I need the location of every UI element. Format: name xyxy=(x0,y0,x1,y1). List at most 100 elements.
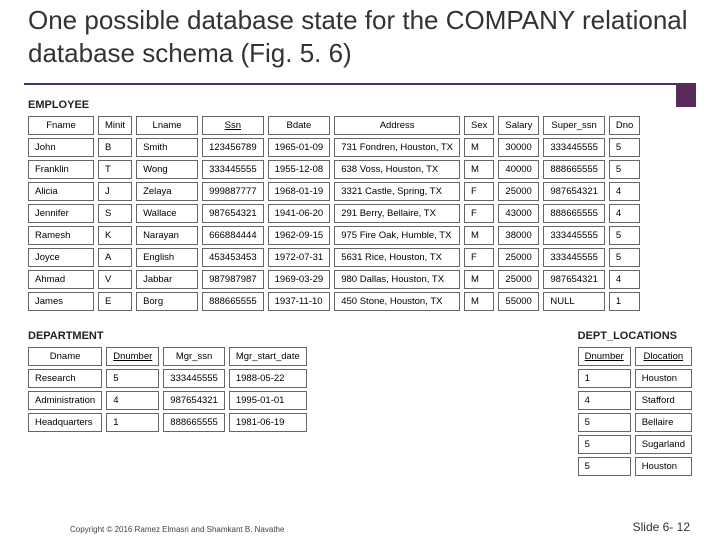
cell: 333445555 xyxy=(543,138,605,157)
cell: 1 xyxy=(578,369,631,388)
cell: M xyxy=(464,270,494,289)
cell: Bellaire xyxy=(635,413,692,432)
col-header: Ssn xyxy=(202,116,264,135)
cell: 1965-01-09 xyxy=(268,138,331,157)
col-header: Sex xyxy=(464,116,494,135)
cell: 333445555 xyxy=(543,226,605,245)
cell: 333445555 xyxy=(543,248,605,267)
cell: Borg xyxy=(136,292,198,311)
cell: 888665555 xyxy=(543,160,605,179)
cell: 888665555 xyxy=(543,204,605,223)
cell: NULL xyxy=(543,292,605,311)
cell: 987987987 xyxy=(202,270,264,289)
cell: 291 Berry, Bellaire, TX xyxy=(334,204,460,223)
cell: 5 xyxy=(609,248,640,267)
col-header: Dnumber xyxy=(578,347,631,366)
cell: Houston xyxy=(635,457,692,476)
cell: J xyxy=(98,182,132,201)
employee-label: EMPLOYEE xyxy=(28,99,696,111)
department-block: DEPARTMENT DnameDnumberMgr_ssnMgr_start_… xyxy=(24,326,311,435)
col-header: Super_ssn xyxy=(543,116,605,135)
cell: Zelaya xyxy=(136,182,198,201)
cell: 987654321 xyxy=(202,204,264,223)
col-header: Dlocation xyxy=(635,347,692,366)
cell: 999887777 xyxy=(202,182,264,201)
dept-locations-table: DnumberDlocation 1Houston4Stafford5Bella… xyxy=(574,344,696,479)
cell: James xyxy=(28,292,94,311)
cell: A xyxy=(98,248,132,267)
col-header: Lname xyxy=(136,116,198,135)
cell: 123456789 xyxy=(202,138,264,157)
location-row: 1Houston xyxy=(578,369,692,388)
employee-row: FranklinTWong3334455551955-12-08638 Voss… xyxy=(28,160,640,179)
col-header: Mgr_ssn xyxy=(163,347,225,366)
cell: 987654321 xyxy=(163,391,225,410)
cell: 1 xyxy=(106,413,159,432)
department-row: Headquarters18886655551981-06-19 xyxy=(28,413,307,432)
cell: 1972-07-31 xyxy=(268,248,331,267)
cell: 666884444 xyxy=(202,226,264,245)
slide-title: One possible database state for the COMP… xyxy=(0,0,720,69)
cell: John xyxy=(28,138,94,157)
cell: 5 xyxy=(578,457,631,476)
cell: 4 xyxy=(578,391,631,410)
cell: 1981-06-19 xyxy=(229,413,307,432)
cell: Stafford xyxy=(635,391,692,410)
col-header: Mgr_start_date xyxy=(229,347,307,366)
cell: 5 xyxy=(578,413,631,432)
col-header: Address xyxy=(334,116,460,135)
department-row: Administration49876543211995-01-01 xyxy=(28,391,307,410)
cell: 333445555 xyxy=(202,160,264,179)
cell: 30000 xyxy=(498,138,539,157)
location-row: 5Sugarland xyxy=(578,435,692,454)
department-table: DnameDnumberMgr_ssnMgr_start_date Resear… xyxy=(24,344,311,435)
employee-row: JohnBSmith1234567891965-01-09731 Fondren… xyxy=(28,138,640,157)
cell: 5 xyxy=(609,160,640,179)
cell: 1988-05-22 xyxy=(229,369,307,388)
cell: 1941-06-20 xyxy=(268,204,331,223)
col-header: Bdate xyxy=(268,116,331,135)
cell: F xyxy=(464,204,494,223)
cell: F xyxy=(464,248,494,267)
cell: Ahmad xyxy=(28,270,94,289)
cell: 43000 xyxy=(498,204,539,223)
cell: 25000 xyxy=(498,182,539,201)
cell: Jabbar xyxy=(136,270,198,289)
cell: 4 xyxy=(106,391,159,410)
content-area: EMPLOYEE FnameMinitLnameSsnBdateAddressS… xyxy=(24,83,696,479)
copyright-text: Copyright © 2016 Ramez Elmasri and Shamk… xyxy=(70,525,284,534)
cell: M xyxy=(464,292,494,311)
cell: 40000 xyxy=(498,160,539,179)
cell: 3321 Castle, Spring, TX xyxy=(334,182,460,201)
cell: Wong xyxy=(136,160,198,179)
cell: S xyxy=(98,204,132,223)
cell: 25000 xyxy=(498,270,539,289)
employee-row: JoyceAEnglish4534534531972-07-315631 Ric… xyxy=(28,248,640,267)
cell: Narayan xyxy=(136,226,198,245)
cell: M xyxy=(464,226,494,245)
cell: 4 xyxy=(609,204,640,223)
employee-row: RameshKNarayan6668844441962-09-15975 Fir… xyxy=(28,226,640,245)
cell: 1955-12-08 xyxy=(268,160,331,179)
cell: 888665555 xyxy=(202,292,264,311)
cell: Sugarland xyxy=(635,435,692,454)
employee-table: FnameMinitLnameSsnBdateAddressSexSalaryS… xyxy=(24,113,644,314)
cell: 1969-03-29 xyxy=(268,270,331,289)
cell: 5631 Rice, Houston, TX xyxy=(334,248,460,267)
col-header: Minit xyxy=(98,116,132,135)
cell: Ramesh xyxy=(28,226,94,245)
cell: 5 xyxy=(609,138,640,157)
employee-row: AhmadVJabbar9879879871969-03-29980 Dalla… xyxy=(28,270,640,289)
cell: V xyxy=(98,270,132,289)
department-label: DEPARTMENT xyxy=(28,330,311,342)
cell: 638 Voss, Houston, TX xyxy=(334,160,460,179)
cell: Jennifer xyxy=(28,204,94,223)
cell: 38000 xyxy=(498,226,539,245)
cell: Administration xyxy=(28,391,102,410)
employee-row: AliciaJZelaya9998877771968-01-193321 Cas… xyxy=(28,182,640,201)
cell: M xyxy=(464,138,494,157)
cell: 4 xyxy=(609,182,640,201)
cell: Headquarters xyxy=(28,413,102,432)
cell: 5 xyxy=(609,226,640,245)
employee-row: JamesEBorg8886655551937-11-10450 Stone, … xyxy=(28,292,640,311)
